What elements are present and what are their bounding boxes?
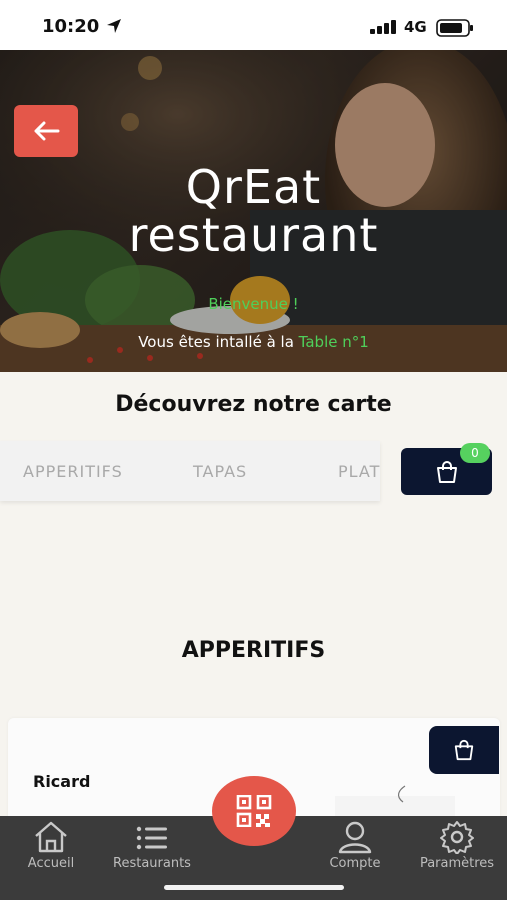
shopping-bag-icon [436,460,457,483]
title-line-2: restaurant [128,208,379,262]
gear-icon [440,821,474,854]
product-name: Ricard [33,772,91,791]
network-label: 4G [404,18,427,36]
list-icon [136,826,167,850]
tab-apperitifs[interactable]: APPERITIFS [23,462,123,481]
nav-label: Restaurants [113,856,191,871]
nav-label: Accueil [27,856,75,871]
status-bar: 10:20 4G [0,0,507,50]
floating-cart-button[interactable] [429,726,499,774]
signal-icon [370,20,396,34]
home-indicator [164,885,344,890]
nav-item-parametres[interactable]: Paramètres [412,816,502,871]
tab-tapas[interactable]: TAPAS [193,462,247,481]
location-arrow-icon [107,19,121,33]
restaurant-title: QrEat restaurant [0,163,507,259]
nav-item-restaurants[interactable]: Restaurants [105,816,199,871]
arrow-left-icon [34,121,60,141]
home-icon [35,821,67,853]
table-number: Table n°1 [298,333,369,351]
table-info: Vous êtes intallé à la Table n°1 [0,333,507,351]
title-line-1: QrEat [185,160,322,214]
battery-icon [436,19,473,37]
user-icon [338,821,372,854]
category-tabs: APPERITIFS TAPAS PLATS [0,441,380,501]
menu-heading: Découvrez notre carte [115,392,392,417]
nav-label: Paramètres [419,856,495,871]
nav-label: Compte [329,856,381,871]
back-button[interactable] [14,105,78,157]
category-title: APPERITIFS [181,638,326,663]
nav-item-accueil[interactable]: Accueil [18,816,84,871]
qr-scan-button[interactable] [212,776,296,846]
table-prefix: Vous êtes intallé à la [138,333,294,351]
welcome-text: Bienvenue ! [208,295,299,313]
status-time: 10:20 [42,16,100,37]
nav-item-compte[interactable]: Compte [322,816,388,871]
cart-count-badge: 0 [460,443,490,463]
qr-code-icon [236,795,272,827]
tab-plats[interactable]: PLATS [338,462,380,481]
shopping-bag-icon [454,739,474,761]
